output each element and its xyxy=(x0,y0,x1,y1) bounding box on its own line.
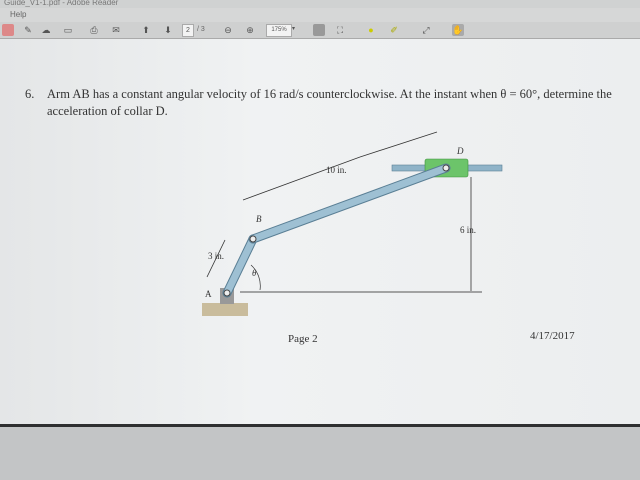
dim-10in xyxy=(242,156,361,201)
link-bd xyxy=(249,164,450,243)
label-d: D xyxy=(456,146,464,156)
label-theta: θ xyxy=(252,268,257,278)
date-footer: 4/17/2017 xyxy=(530,330,575,342)
label-3in: 3 in. xyxy=(208,251,224,261)
page-footer: Page 2 xyxy=(288,333,318,345)
label-6in: 6 in. xyxy=(460,225,476,235)
ground-base xyxy=(202,303,248,316)
label-a: A xyxy=(205,289,212,299)
pin-b xyxy=(249,235,257,243)
arm-ab xyxy=(223,235,257,297)
pin-d xyxy=(442,164,450,172)
next-page-area xyxy=(0,427,640,480)
pin-a xyxy=(223,289,231,297)
mechanism-diagram: A B D θ 3 in. 10 in. 6 in. xyxy=(202,131,503,316)
label-10in: 10 in. xyxy=(326,165,347,175)
label-b: B xyxy=(256,214,262,224)
